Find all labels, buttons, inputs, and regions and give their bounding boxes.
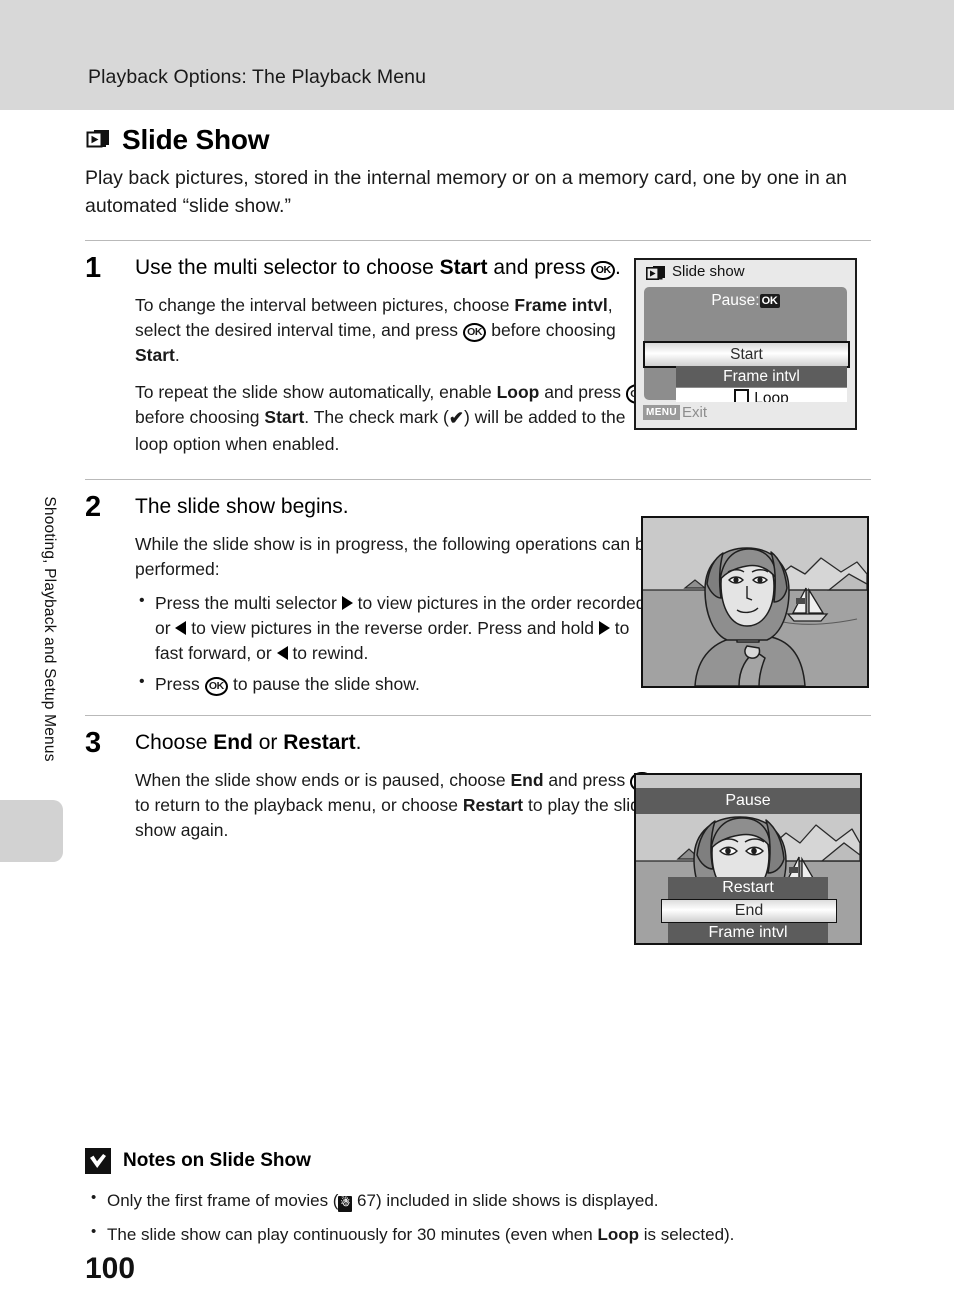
screen3-pause-title: Pause bbox=[636, 788, 860, 814]
step-2-heading: The slide show begins. bbox=[135, 494, 349, 518]
ok-badge-icon: OK bbox=[759, 294, 780, 308]
step-1-heading-mid: and press bbox=[487, 256, 592, 280]
checkmark-note-icon bbox=[85, 1148, 111, 1174]
movie-ref-icon: ☃ bbox=[338, 1196, 353, 1212]
arrow-right-icon bbox=[598, 621, 610, 636]
screen1-panel: Pause: OK Start Frame intvl Loop bbox=[643, 287, 850, 409]
screen3-menu-item-restart[interactable]: Restart bbox=[668, 877, 828, 899]
step-3-body: Choose End or Restart. When the slide sh… bbox=[135, 729, 655, 843]
screen1-menu-item-start[interactable]: Start bbox=[643, 341, 850, 368]
step-1-heading-bold: Start bbox=[439, 256, 488, 280]
ok-button-icon: OK bbox=[591, 260, 615, 281]
step-2-number: 2 bbox=[85, 490, 102, 523]
screen1-pause-hint: Pause: OK bbox=[644, 292, 847, 310]
page-title: Slide Show bbox=[85, 110, 871, 156]
step-2-bullets: Press the multi selector to view picture… bbox=[135, 590, 655, 697]
step-3-paragraph: When the slide show ends or is paused, c… bbox=[135, 768, 655, 844]
step-1-body: Use the multi selector to choose Start a… bbox=[135, 254, 655, 457]
step-3-heading-bold-restart: Restart bbox=[283, 731, 356, 755]
step-3-number: 3 bbox=[85, 727, 102, 760]
screenshot-pause-menu: Pause Restart End Frame intvl bbox=[634, 773, 862, 945]
step-1-paragraph-1: To change the interval between pictures,… bbox=[135, 295, 616, 366]
step-1-number: 1 bbox=[85, 252, 102, 285]
screen1-titlebar: Slide show bbox=[636, 260, 855, 286]
screenshot-slide-show-menu: Slide show Pause: OK Start Frame intvl Lo… bbox=[634, 258, 857, 430]
step-3-heading: Choose End or Restart. bbox=[135, 729, 655, 757]
chapter-thumb-tab bbox=[0, 800, 63, 862]
screen1-footer: MENU Exit bbox=[636, 402, 855, 424]
step-1-paragraph-2: To repeat the slide show automatically, … bbox=[135, 380, 655, 457]
list-item: Press the multi selector to view picture… bbox=[139, 590, 655, 666]
checkmark-icon: ✔ bbox=[448, 407, 464, 428]
sample-photo-woman-sailboat bbox=[643, 518, 867, 686]
screen3-menu-item-frame-intvl[interactable]: Frame intvl bbox=[668, 922, 828, 943]
page-content: Slide Show Play back pictures, stored in… bbox=[85, 110, 871, 843]
page-title-text: Slide Show bbox=[122, 124, 270, 155]
screen1-title: Slide show bbox=[672, 263, 745, 280]
screen3-menu-item-end[interactable]: End bbox=[661, 899, 837, 923]
notes-heading: Notes on Slide Show bbox=[85, 1148, 875, 1174]
step-2-lead: While the slide show is in progress, the… bbox=[135, 533, 655, 579]
note-1-pre: Only the first frame of movies ( bbox=[107, 1191, 339, 1210]
menu-badge-icon: MENU bbox=[643, 405, 681, 420]
step-3-heading-post: . bbox=[355, 731, 362, 755]
arrow-left-icon bbox=[175, 621, 187, 636]
note-2-post: is selected). bbox=[638, 1224, 735, 1244]
ok-button-icon: OK bbox=[462, 322, 487, 343]
screen1-pause-label: Pause: bbox=[711, 292, 760, 309]
slideshow-stack-icon bbox=[85, 127, 111, 153]
list-item: Press OK to pause the slide show. bbox=[139, 671, 655, 697]
notes-block: Notes on Slide Show Only the first frame… bbox=[85, 1148, 875, 1247]
list-item: Only the first frame of movies (☃ 67) in… bbox=[91, 1187, 875, 1214]
step-1-heading: Use the multi selector to choose Start a… bbox=[135, 254, 655, 282]
arrow-right-icon bbox=[341, 596, 353, 611]
step-3-heading-bold-end: End bbox=[213, 731, 253, 755]
list-item: The slide show can play continuously for… bbox=[91, 1221, 875, 1248]
step-1-heading-pre: Use the multi selector to choose bbox=[135, 256, 440, 280]
chapter-tab-label: Shooting, Playback and Setup Menus bbox=[41, 496, 58, 762]
page-number: 100 bbox=[85, 1252, 136, 1285]
note-2-pre: The slide show can play continuously for… bbox=[107, 1224, 598, 1244]
screen1-footer-label: Exit bbox=[682, 404, 708, 421]
step-1-heading-post: . bbox=[614, 256, 621, 280]
screen1-menu-item-frame-intvl[interactable]: Frame intvl bbox=[676, 366, 847, 387]
notes-heading-text: Notes on Slide Show bbox=[123, 1150, 311, 1171]
note-2-bold: Loop bbox=[597, 1224, 639, 1244]
step-3-heading-pre: Choose bbox=[135, 731, 214, 755]
ok-button-icon: OK bbox=[204, 676, 229, 697]
running-head-text: Playback Options: The Playback Menu bbox=[88, 66, 427, 88]
arrow-left-icon bbox=[276, 646, 288, 661]
step-3-heading-mid: or bbox=[252, 731, 284, 755]
running-head-band bbox=[0, 0, 954, 110]
section-intro: Play back pictures, stored in the intern… bbox=[85, 167, 847, 217]
notes-list: Only the first frame of movies (☃ 67) in… bbox=[85, 1187, 875, 1248]
screenshot-slide-show-playing bbox=[641, 516, 869, 688]
note-1-post: 67) included in slide shows is displayed… bbox=[352, 1191, 659, 1210]
step-2-body: The slide show begins. While the slide s… bbox=[135, 493, 655, 697]
slideshow-stack-icon bbox=[645, 265, 667, 282]
